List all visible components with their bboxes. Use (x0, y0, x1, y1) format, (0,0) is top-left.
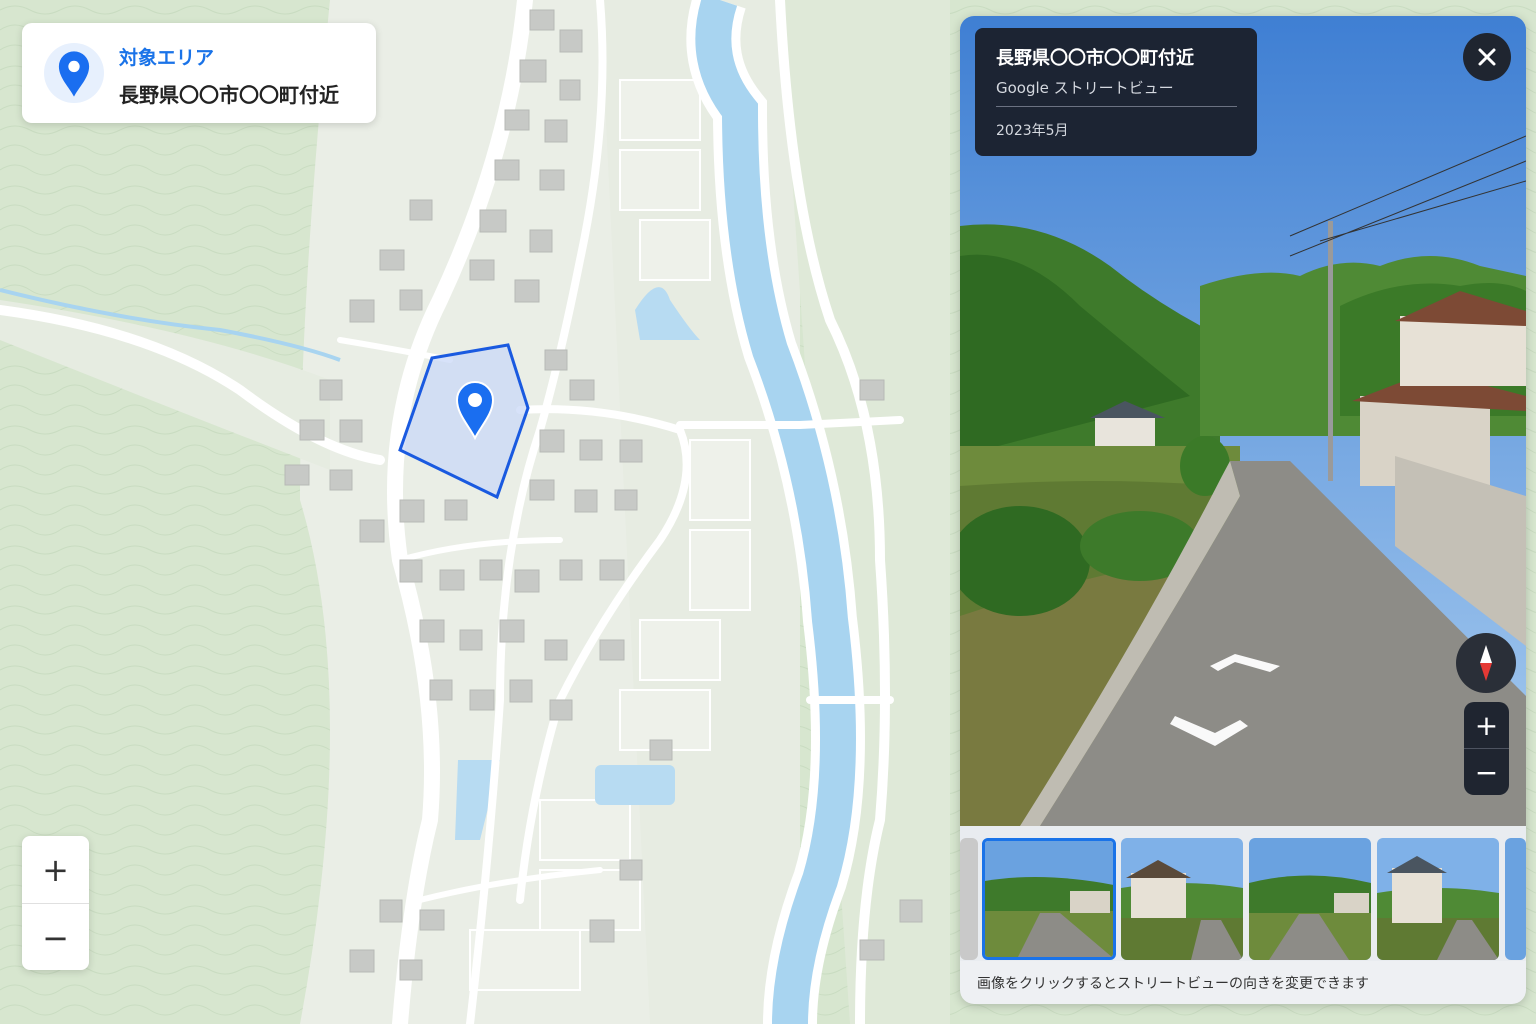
thumbnail-4[interactable] (1377, 838, 1499, 960)
area-label: 対象エリア (119, 47, 215, 69)
thumbnail-partial-right[interactable] (1505, 838, 1526, 960)
map-zoom-control: + − (22, 836, 89, 970)
street-view-panel: 長野県〇〇市〇〇町付近 Google ストリートビュー 2023年5月 + − (960, 16, 1526, 1004)
target-area-card: 対象エリア 長野県〇〇市〇〇町付近 (22, 23, 376, 123)
area-name: 長野県〇〇市〇〇町付近 (119, 83, 339, 107)
thumbnail-2[interactable] (1121, 838, 1243, 960)
street-view-info: 長野県〇〇市〇〇町付近 Google ストリートビュー 2023年5月 (975, 28, 1257, 156)
street-view-date: 2023年5月 (996, 123, 1069, 139)
map-zoom-in-button[interactable]: + (22, 836, 89, 903)
compass-icon (1480, 645, 1492, 681)
thumbnail-strip (960, 826, 1526, 961)
map-zoom-out-button[interactable]: − (22, 904, 89, 970)
street-view-source: Google ストリートビュー (996, 79, 1174, 97)
thumbnail-3[interactable] (1249, 838, 1371, 960)
thumbnail-1[interactable] (982, 838, 1116, 960)
street-view-caption: 画像をクリックするとストリートビューの向きを変更できます (977, 976, 1369, 992)
close-button[interactable] (1463, 33, 1511, 81)
location-pin-icon (44, 43, 104, 103)
street-view-zoom-out-button[interactable]: − (1464, 749, 1509, 795)
street-view-zoom-in-button[interactable]: + (1464, 702, 1509, 748)
compass-button[interactable] (1456, 633, 1516, 693)
street-view-title: 長野県〇〇市〇〇町付近 (996, 48, 1194, 69)
close-icon (1478, 48, 1496, 66)
street-view-zoom-control: + − (1464, 702, 1509, 795)
thumbnail-partial[interactable] (960, 838, 978, 960)
divider (996, 106, 1237, 107)
